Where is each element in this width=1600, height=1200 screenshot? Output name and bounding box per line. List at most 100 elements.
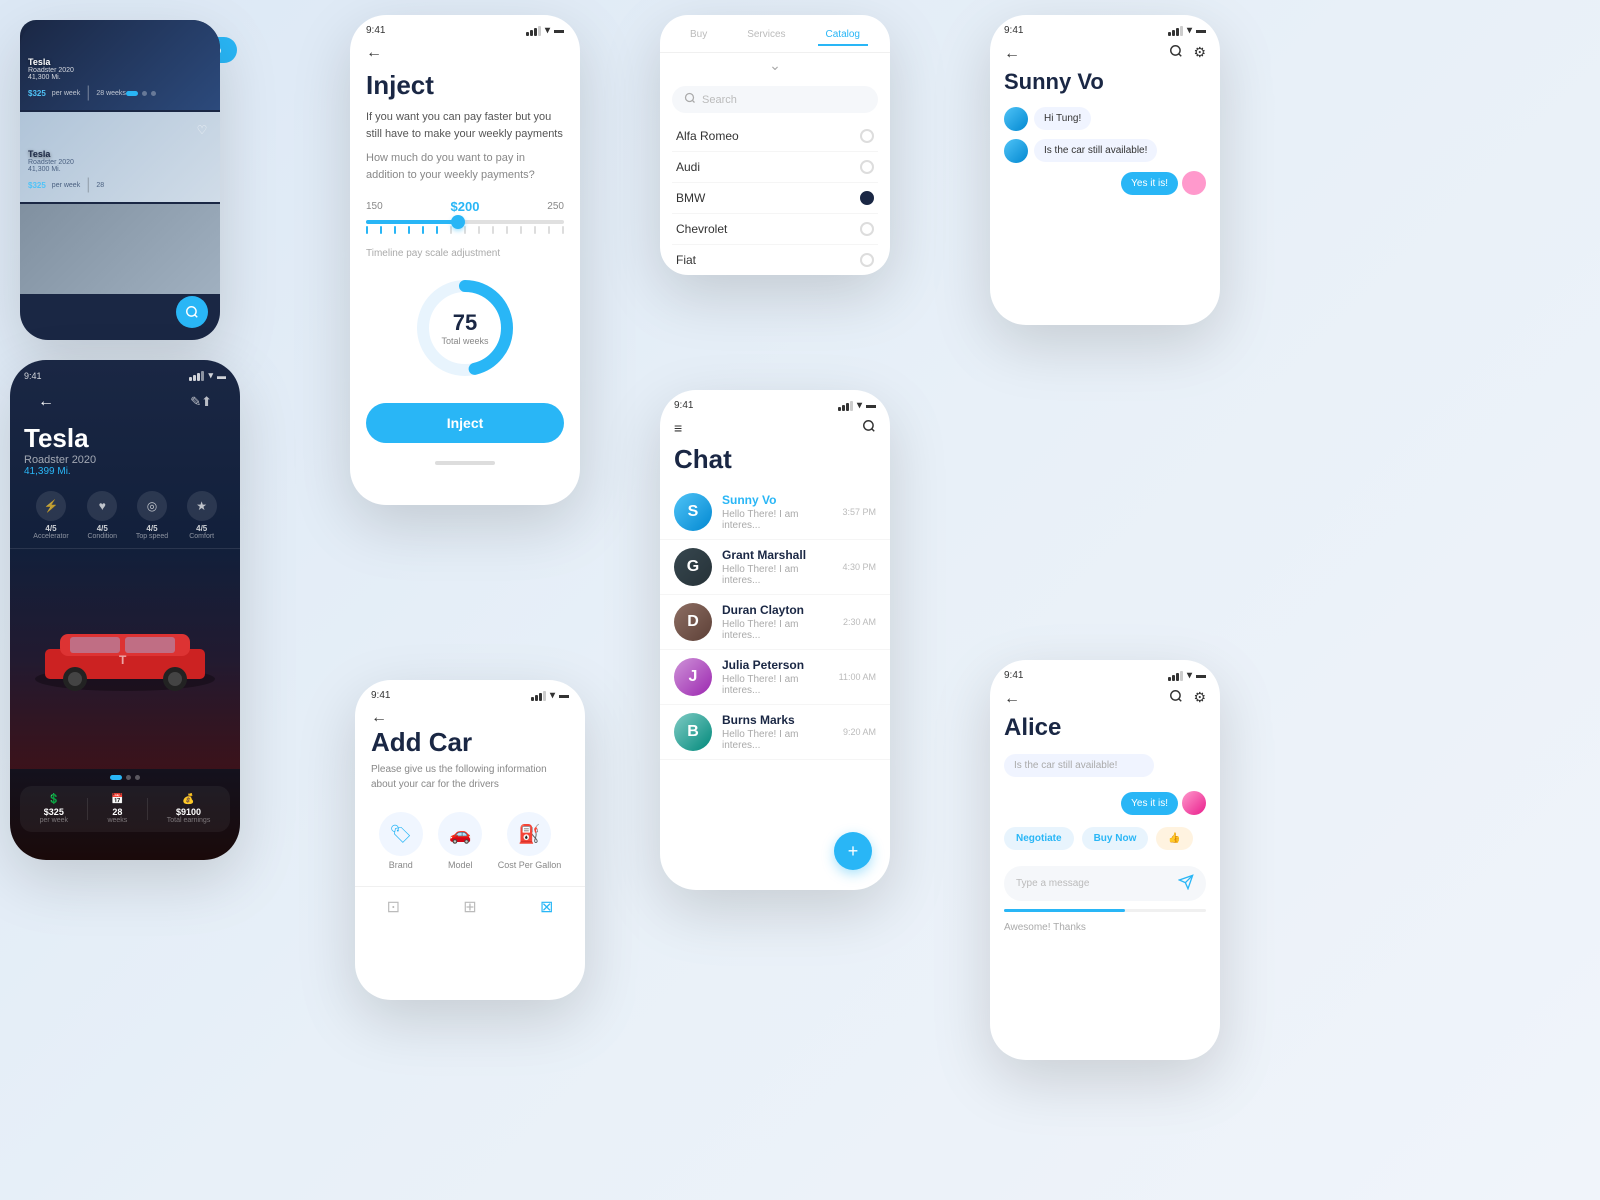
model-option[interactable]: 🚗 Model (438, 812, 482, 870)
chat-name-grant: Grant Marshall (722, 548, 832, 562)
tesla-time: 9:41 (24, 371, 42, 381)
alice-back-button[interactable]: ← (1004, 690, 1020, 708)
sunny-back-button[interactable]: ← (1004, 45, 1020, 63)
chat-battery-icon: ▬ (866, 400, 876, 411)
chat-item-sunny[interactable]: S Sunny Vo Hello There! I am interes... … (660, 485, 890, 540)
share-icon[interactable]: ⬆ (201, 394, 212, 410)
chat-time-julia: 11:00 AM (839, 672, 876, 682)
main-scene: $325 per week | 28 weekly Go Tesla Roads… (0, 0, 1600, 1200)
back-button[interactable]: ← (24, 389, 68, 415)
chat-item-julia[interactable]: J Julia Peterson Hello There! I am inter… (660, 650, 890, 705)
collapse-chevron[interactable]: ⌄ (660, 53, 890, 78)
add-car-phone: 9:41 ▾ ▬ ← Add Car Please give us the fo… (355, 680, 585, 1000)
car-mileage-1: 41,300 Mi. (28, 74, 126, 81)
chat-search-icon[interactable] (862, 419, 876, 436)
slider-track[interactable] (366, 220, 564, 224)
add-car-signal-icon (531, 691, 546, 701)
buy-now-button[interactable]: Buy Now (1082, 827, 1149, 850)
chat-item-grant[interactable]: G Grant Marshall Hello There! I am inter… (660, 540, 890, 595)
add-car-back-button[interactable]: ← (371, 709, 387, 727)
speed-icon: ◎ (137, 491, 167, 521)
nav-icon-3[interactable]: ⊠ (540, 897, 553, 917)
gas-icon: ⛽ (507, 812, 551, 856)
chat-title: Chat (660, 444, 890, 485)
heart-icon[interactable]: ♡ (192, 120, 212, 140)
inject-back-button[interactable]: ← (366, 44, 382, 62)
chat-info-sunny: Sunny Vo Hello There! I am interes... (722, 493, 832, 531)
brand-radio-alfa[interactable] (860, 129, 874, 143)
donut-chart: 75 Total weeks (410, 273, 520, 383)
brand-radio-bmw[interactable] (860, 191, 874, 205)
alice-settings-icon[interactable]: ⚙ (1193, 689, 1206, 708)
chat-time-duran: 2:30 AM (843, 617, 876, 627)
negotiate-button[interactable]: Negotiate (1004, 827, 1074, 850)
add-car-bottom-nav: ⊡ ⊞ ⊠ (355, 886, 585, 927)
alice-search-icon[interactable] (1169, 689, 1183, 708)
tesla-stat-condition: ♥ 4/5 Condition (87, 491, 117, 540)
donut-chart-container: 75 Total weeks (350, 263, 580, 393)
tab-services[interactable]: Services (739, 25, 793, 46)
sender-avatar-3 (1182, 171, 1206, 195)
car-list-item-1[interactable]: Tesla Roadster 2020 41,300 Mi. $325 per … (20, 20, 220, 110)
sunny-search-icon[interactable] (1169, 44, 1183, 63)
sunny-chat-name: Sunny Vo (990, 67, 1220, 103)
brand-item-audi[interactable]: Audi (672, 152, 878, 183)
brand-item-chevrolet[interactable]: Chevrolet (672, 214, 878, 245)
edit-icon[interactable]: ✎ (190, 394, 201, 410)
new-chat-fab[interactable]: + (834, 832, 872, 870)
chat-time-burns: 9:20 AM (843, 727, 876, 737)
emoji-button[interactable]: 👍 (1156, 827, 1192, 850)
menu-icon[interactable]: ≡ (674, 420, 682, 436)
chat-nav: ≡ (660, 415, 890, 444)
brand-option[interactable]: 🏷 Brand (379, 812, 423, 870)
nav-icon-1[interactable]: ⊡ (387, 897, 400, 917)
donut-value: 75 (441, 310, 488, 336)
alice-wifi-icon: ▾ (1187, 670, 1192, 681)
tab-catalog[interactable]: Catalog (818, 25, 868, 46)
message-input[interactable]: Type a message (1004, 866, 1206, 901)
alice-battery-icon: ▬ (1196, 670, 1206, 681)
brand-item-bmw[interactable]: BMW (672, 183, 878, 214)
inject-wifi-icon: ▾ (545, 25, 550, 36)
timeline-label: Timeline pay scale adjustment (350, 244, 580, 263)
brand-radio-fiat[interactable] (860, 253, 874, 267)
alice-bubble-1: Is the car still available! (1004, 754, 1154, 777)
tab-buy[interactable]: Buy (682, 25, 715, 46)
tesla-stat-speed: ◎ 4/5 Top speed (136, 491, 168, 540)
inject-button[interactable]: Inject (366, 403, 564, 443)
brand-radio-audi[interactable] (860, 160, 874, 174)
chat-preview-julia: Hello There! I am interes... (722, 674, 829, 696)
message-3: Yes it is! (990, 167, 1220, 199)
car-list-item-2[interactable]: ♡ Tesla Roadster 2020 41,300 Mi. $325 pe… (20, 112, 220, 202)
slider-max: 250 (547, 201, 564, 212)
battery-icon: ▬ (217, 371, 226, 381)
alice-sender-avatar (1182, 791, 1206, 815)
slider-current-value: $200 (451, 199, 480, 214)
add-car-battery-icon: ▬ (559, 690, 569, 701)
chat-item-duran[interactable]: D Duran Clayton Hello There! I am intere… (660, 595, 890, 650)
search-button[interactable] (176, 296, 208, 328)
chat-avatar-sunny: S (674, 493, 712, 531)
brand-item-alfa-romeo[interactable]: Alfa Romeo (672, 121, 878, 152)
car-mileage-2: 41,300 Mi. (28, 166, 104, 173)
gas-option[interactable]: ⛽ Cost Per Gallon (498, 812, 562, 870)
sunny-settings-icon[interactable]: ⚙ (1193, 44, 1206, 63)
sender-avatar-2 (1004, 139, 1028, 163)
alice-signal-icon (1168, 671, 1183, 681)
brand-search-bar[interactable]: Search (672, 86, 878, 113)
brand-item-fiat[interactable]: Fiat (672, 245, 878, 275)
car-model-1: Roadster 2020 (28, 67, 126, 74)
car-list-item-3[interactable] (20, 204, 220, 294)
sunny-battery-icon: ▬ (1196, 25, 1206, 36)
brand-icon: 🏷 (379, 812, 423, 856)
chat-avatar-julia: J (674, 658, 712, 696)
message-placeholder: Type a message (1016, 878, 1170, 889)
chat-item-burns[interactable]: B Burns Marks Hello There! I am interes.… (660, 705, 890, 760)
add-car-description: Please give us the following information… (355, 762, 585, 804)
send-icon[interactable] (1178, 874, 1194, 893)
alice-chat-phone: 9:41 ▾ ▬ ← ⚙ (990, 660, 1220, 1060)
brand-radio-chevrolet[interactable] (860, 222, 874, 236)
payment-slider[interactable]: 150 $200 250 (350, 191, 580, 244)
nav-icon-2[interactable]: ⊞ (463, 897, 476, 917)
sunny-signal-icon (1168, 26, 1183, 36)
